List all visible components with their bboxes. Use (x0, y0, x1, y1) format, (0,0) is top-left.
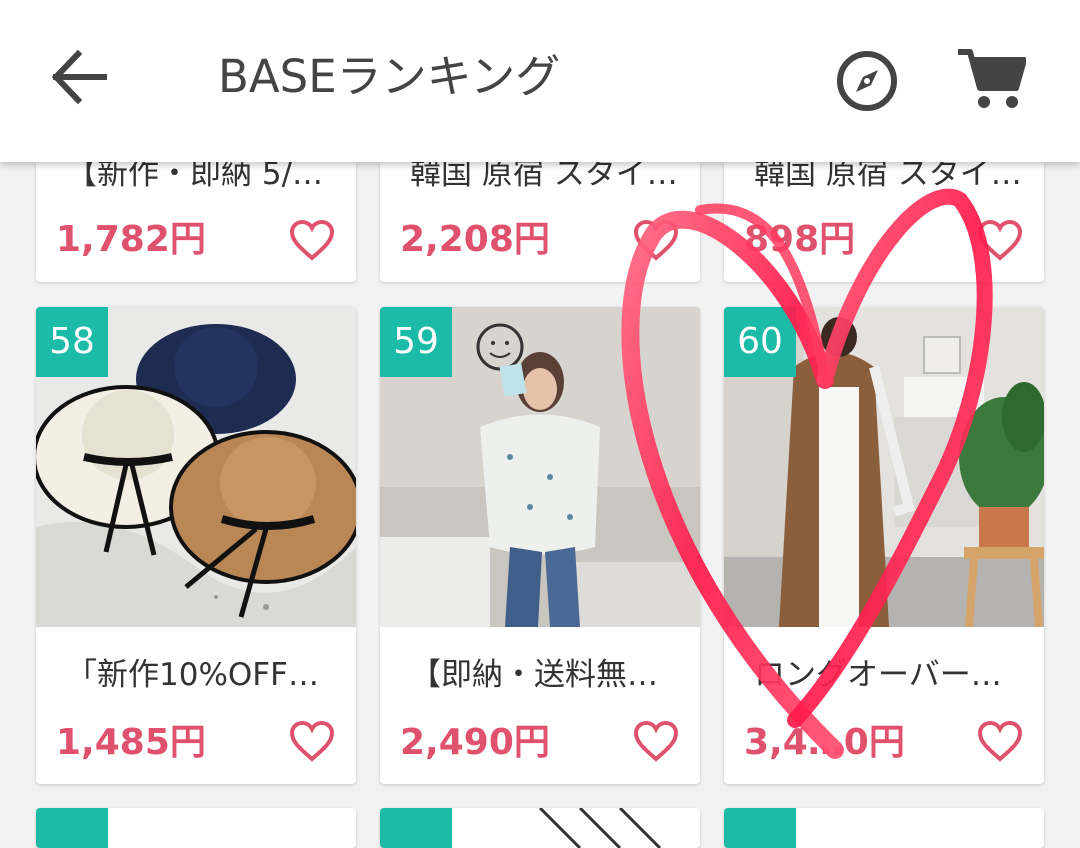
rank-badge (36, 808, 108, 848)
app-header: BASEランキング (0, 0, 1080, 162)
product-price: 898円 (744, 219, 856, 260)
rank-badge: 59 (380, 307, 452, 377)
cart-icon (958, 49, 1027, 108)
rank-badge: 60 (724, 307, 796, 377)
product-price: 1,782円 (56, 219, 206, 260)
product-card[interactable] (36, 808, 356, 848)
rank-badge (380, 808, 452, 848)
product-price: 1,485円 (56, 722, 206, 763)
product-card[interactable]: 59 【即納・送料無… 2,490円 (380, 307, 700, 784)
rank-badge (724, 808, 796, 848)
heart-outline-icon[interactable] (288, 719, 336, 763)
explore-button[interactable] (834, 48, 900, 114)
back-button[interactable] (48, 46, 110, 108)
product-name: 「新作10%OFF… (66, 657, 319, 693)
heart-outline-icon[interactable] (288, 218, 336, 262)
product-card[interactable] (380, 808, 700, 848)
product-card[interactable]: 60 ロングオーバー… 3,4…0円 (724, 307, 1044, 784)
compass-icon (837, 51, 897, 111)
arrow-left-icon (51, 49, 107, 105)
product-card[interactable]: 58 「新作10%OFF… 1,485円 (36, 307, 356, 784)
heart-outline-icon[interactable] (632, 218, 680, 262)
product-card[interactable] (724, 808, 1044, 848)
heart-outline-icon[interactable] (976, 719, 1024, 763)
product-price: 3,4…0円 (744, 722, 905, 763)
page-title: BASEランキング (218, 50, 561, 103)
product-price: 2,208円 (400, 219, 550, 260)
product-name: ロングオーバー… (754, 657, 1002, 693)
product-name: 【即納・送料無… (410, 657, 658, 693)
heart-outline-icon[interactable] (976, 218, 1024, 262)
rank-badge: 58 (36, 307, 108, 377)
cart-button[interactable] (956, 46, 1027, 112)
heart-outline-icon[interactable] (632, 719, 680, 763)
product-price: 2,490円 (400, 722, 550, 763)
